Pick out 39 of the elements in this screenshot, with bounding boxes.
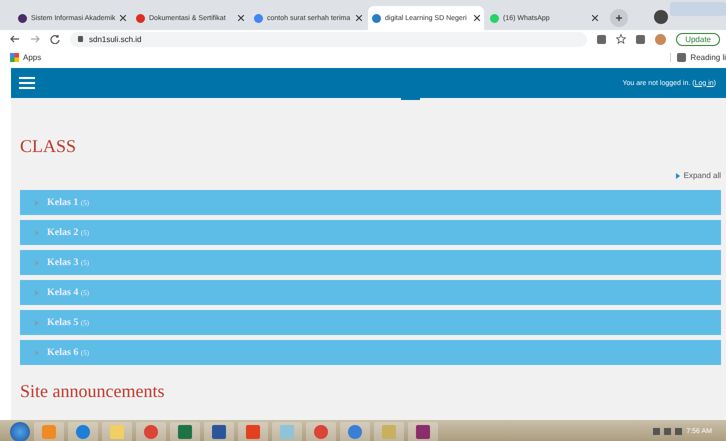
taskbar-app[interactable] — [170, 422, 200, 441]
triangle-icon — [676, 172, 680, 178]
triangle-icon — [35, 260, 39, 266]
start-button[interactable] — [10, 422, 30, 441]
close-icon[interactable] — [356, 15, 362, 21]
close-icon[interactable] — [474, 15, 480, 21]
lock-icon — [78, 36, 83, 42]
taskbar-app[interactable] — [204, 422, 234, 441]
section-heading: Site announcements — [20, 381, 166, 402]
taskbar-app[interactable] — [136, 422, 166, 441]
star-icon[interactable] — [616, 34, 626, 44]
bookmark-link[interactable]: Apps — [23, 52, 42, 62]
new-tab-button[interactable] — [610, 9, 628, 27]
close-icon[interactable] — [592, 15, 598, 21]
expand-all-link[interactable]: Expand all — [684, 171, 721, 180]
apps-grid-icon[interactable] — [10, 52, 19, 62]
taskbar-app[interactable] — [306, 422, 336, 441]
close-icon[interactable] — [120, 15, 126, 21]
triangle-icon — [35, 230, 39, 236]
triangle-icon — [35, 350, 39, 356]
triangle-icon — [35, 200, 39, 206]
taskbar-app[interactable] — [340, 422, 370, 441]
taskbar-app[interactable] — [68, 422, 98, 441]
profile-icon[interactable] — [654, 10, 668, 24]
triangle-icon — [35, 290, 39, 296]
forward-icon[interactable] — [30, 34, 40, 44]
avatar-icon[interactable] — [655, 34, 666, 44]
taskbar-app[interactable] — [408, 422, 438, 441]
plus-icon — [616, 15, 622, 21]
close-icon[interactable] — [238, 15, 244, 21]
triangle-icon — [35, 320, 39, 326]
menu-icon[interactable] — [19, 77, 35, 89]
page-heading: CLASS — [20, 136, 78, 157]
reading-list-link[interactable]: Reading li — [690, 52, 726, 62]
address-bar[interactable]: sdn1suli.sch.id — [70, 32, 588, 46]
back-icon[interactable] — [10, 34, 20, 44]
reload-icon[interactable] — [50, 34, 60, 44]
taskbar-app[interactable] — [238, 422, 268, 441]
update-button[interactable]: Update — [676, 32, 720, 46]
